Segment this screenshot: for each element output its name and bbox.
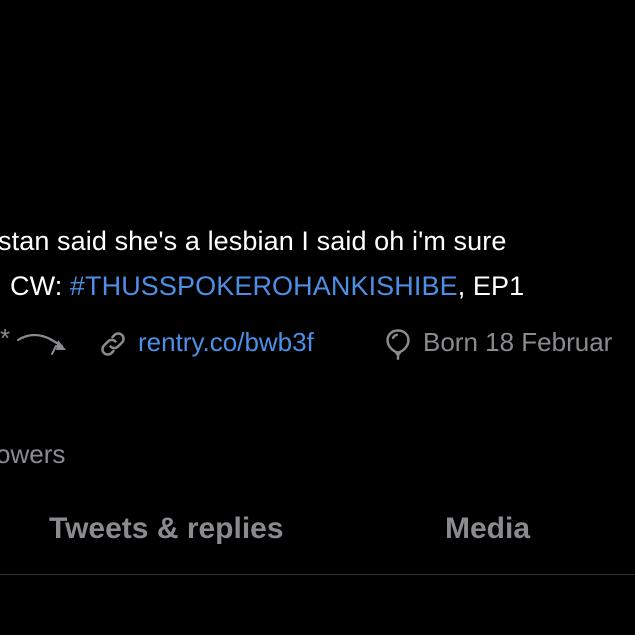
tab-media[interactable]: Media xyxy=(445,509,530,549)
birthday-text: Born 18 Februar xyxy=(423,327,613,357)
balloon-icon xyxy=(386,329,410,360)
arrow-decoration-icon xyxy=(16,333,66,355)
bio-cw-suffix: , EP1 xyxy=(457,271,525,301)
link-icon xyxy=(101,332,125,356)
bio-text-1: stan said she's a lesbian I said oh i'm … xyxy=(0,226,507,256)
bio-cw-prefix: CW: xyxy=(10,271,70,301)
meta-prefix-text: * xyxy=(0,323,11,353)
website-link[interactable]: rentry.co/bwb3f xyxy=(138,324,314,360)
meta-decoration: * xyxy=(0,323,70,360)
hashtag-link[interactable]: #THUSSPOKEROHANKISHIBE xyxy=(70,271,458,301)
tab-tweets-replies[interactable]: Tweets & replies xyxy=(49,509,284,549)
followers-link[interactable]: owers xyxy=(0,438,65,470)
profile-meta-row: * rentry.co/bwb3f Born 18 Februar xyxy=(0,323,635,360)
bio-line-1: stan said she's a lesbian I said oh i'm … xyxy=(0,224,506,258)
bio-line-2: CW: #THUSSPOKEROHANKISHIBE, EP1 xyxy=(10,269,524,303)
tab-divider xyxy=(0,574,635,575)
